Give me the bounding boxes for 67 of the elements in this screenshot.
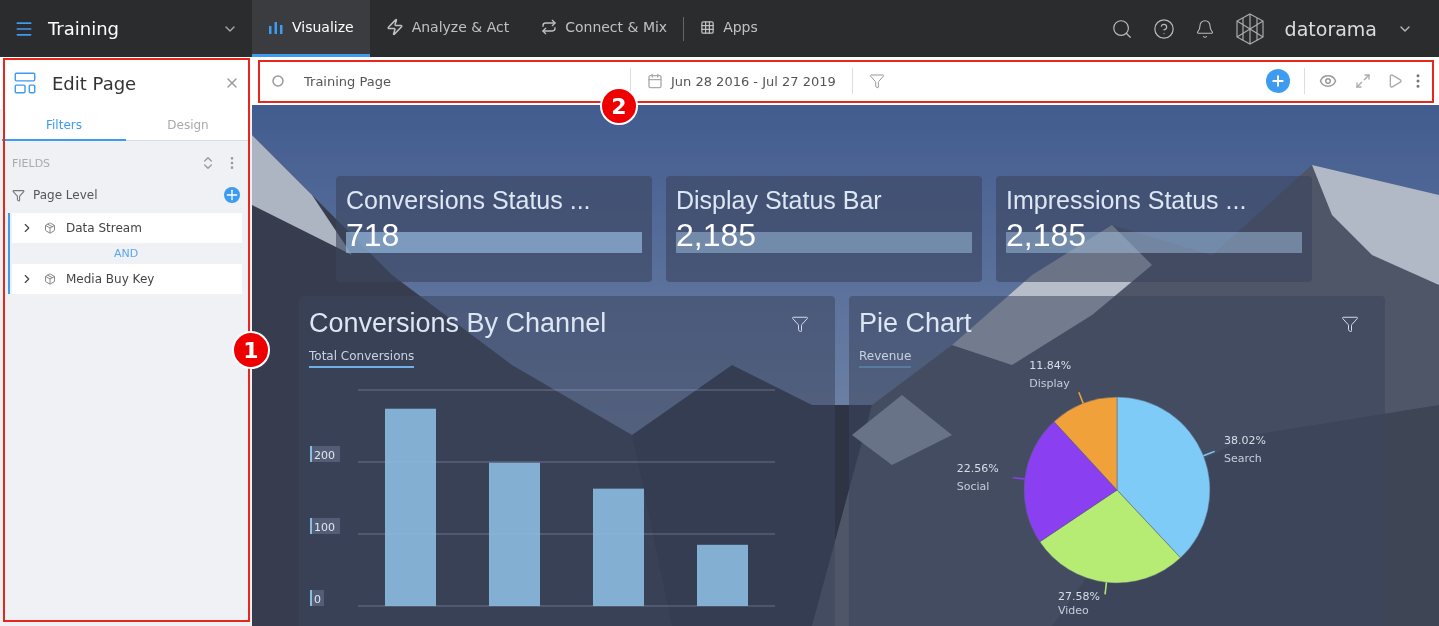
slice-label: Video [1057, 604, 1089, 618]
plus-icon [1270, 73, 1286, 89]
leader-line [1202, 450, 1216, 457]
section-label: FIELDS [12, 156, 52, 170]
slice-label: Display [1029, 376, 1070, 390]
slice-label: Search [1223, 451, 1262, 465]
metric-tab[interactable]: Revenue [859, 349, 912, 368]
filter-item[interactable]: Data Stream [12, 213, 242, 243]
play-icon[interactable] [1387, 73, 1403, 89]
lightning-icon [385, 18, 404, 36]
kpi-title: Impressions Status ... [1006, 186, 1248, 215]
kpi-value: 718 [346, 217, 400, 254]
help-icon[interactable] [1152, 17, 1175, 40]
slice-label: Social [956, 480, 990, 494]
cube-logo-icon [1234, 12, 1265, 45]
axis-tick-label: 200 [310, 446, 340, 462]
leader-line [1012, 476, 1026, 480]
circle-icon [272, 75, 284, 87]
grid-icon [700, 19, 716, 35]
chart-title: Pie Chart [859, 308, 973, 339]
panel-title: Edit Page [52, 72, 138, 94]
nav-tab[interactable]: Analyze & Act [369, 0, 526, 57]
kpi-title: Conversions Status ... [346, 186, 592, 215]
bar [697, 544, 748, 606]
cube-icon [44, 273, 56, 285]
add-icon[interactable] [224, 187, 240, 203]
cube-icon [44, 222, 56, 234]
page-layout-icon [12, 70, 38, 96]
slice-label: 27.58% [1057, 590, 1100, 604]
kpi-value: 2,185 [1006, 217, 1087, 254]
slice-label: 11.84% [1029, 358, 1072, 372]
bell-icon[interactable] [1194, 18, 1215, 39]
page-name: Training Page [304, 73, 392, 89]
kpi-value: 2,185 [676, 217, 757, 254]
filter-icon[interactable] [791, 314, 809, 333]
nav-tab[interactable]: Connect & Mix [525, 0, 684, 57]
workspace-name[interactable]: Training [48, 18, 208, 39]
y-tick-label: 100 [314, 521, 335, 534]
expand-icon[interactable] [1355, 73, 1371, 89]
filter-icon[interactable] [1341, 314, 1359, 333]
y-tick-label: 0 [314, 593, 321, 606]
nav-tab[interactable]: Visualize [252, 0, 370, 57]
callout-badge: 1 [232, 331, 270, 369]
slice-label: 38.02% [1223, 433, 1266, 447]
leader-line [1078, 391, 1084, 405]
callout-badge: 2 [600, 87, 638, 125]
axis-tick-label: 0 [310, 590, 324, 606]
brand-name: datorama [1284, 17, 1377, 40]
axis-tick-label: 100 [310, 518, 340, 534]
date-range[interactable]: Jun 28 2016 - Jul 27 2019 [671, 73, 836, 89]
y-tick-label: 200 [314, 449, 335, 462]
connect-icon [541, 19, 558, 35]
metric-tab[interactable]: Total Conversions [309, 349, 415, 368]
kpi-title: Display Status Bar [676, 186, 883, 215]
filter-item[interactable]: Media Buy Key [12, 264, 242, 294]
bar-chart-icon [268, 20, 284, 34]
operator-label: AND [112, 246, 140, 262]
group-label: Page Level [33, 188, 99, 202]
eye-icon[interactable] [1319, 72, 1337, 90]
filter-icon [12, 188, 25, 202]
calendar-icon[interactable] [647, 73, 663, 89]
chart-title: Conversions By Channel [309, 308, 608, 339]
search-icon[interactable] [1110, 17, 1133, 40]
nav-tab[interactable]: Apps [684, 0, 774, 57]
add-button[interactable] [1266, 69, 1290, 93]
slice-label: 22.56% [956, 462, 999, 476]
leader-line [1104, 581, 1108, 596]
